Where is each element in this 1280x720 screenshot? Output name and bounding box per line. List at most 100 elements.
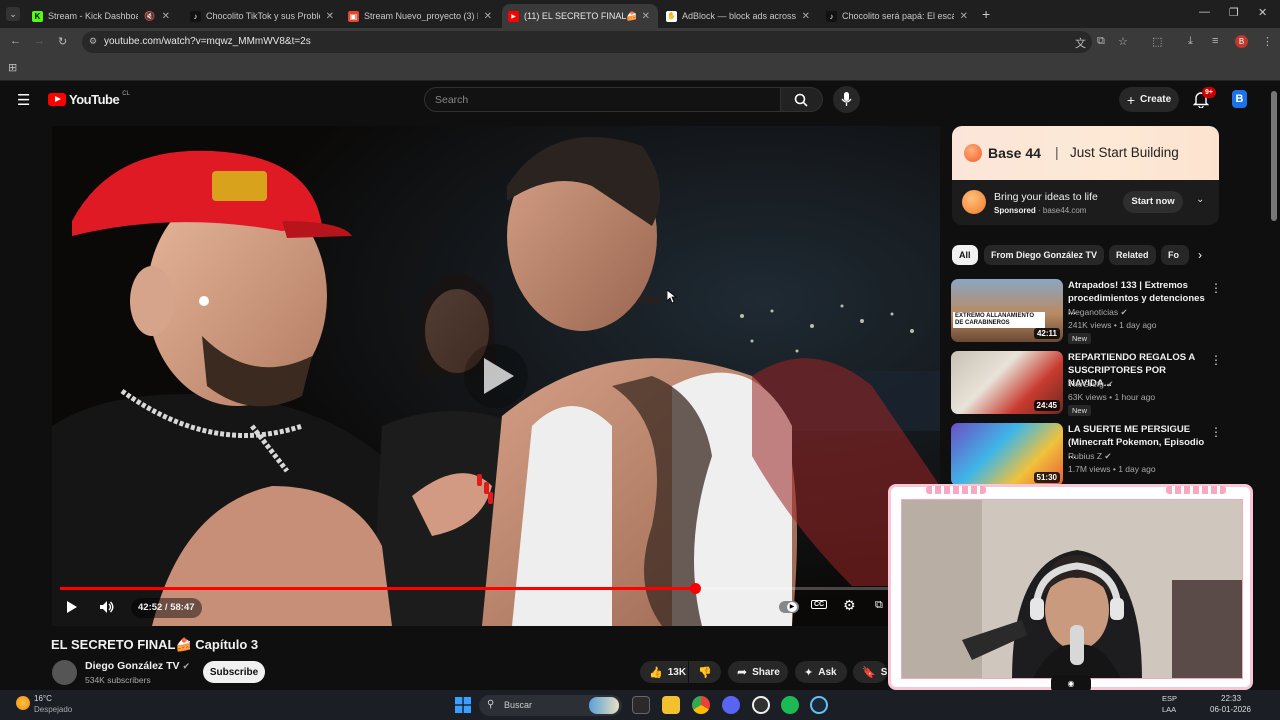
voice-search-button[interactable] xyxy=(833,86,860,113)
language-indicator[interactable]: ESP xyxy=(1162,694,1177,703)
chrome-icon[interactable] xyxy=(692,696,710,714)
apps-grid-icon[interactable]: ⊞ xyxy=(8,61,17,74)
muted-audio-icon[interactable]: 🔇 xyxy=(144,11,155,22)
reload-icon[interactable]: ↻ xyxy=(58,35,67,48)
search-input[interactable]: Search xyxy=(424,87,781,112)
close-tab-icon[interactable]: ✕ xyxy=(802,11,810,22)
tab-youtube-active[interactable]: ▶ (11) EL SECRETO FINAL🍰 Cap ✕ xyxy=(502,4,658,28)
tab-adblock[interactable]: ✋ AdBlock — block ads across th ✕ xyxy=(660,4,818,28)
profile-avatar-icon[interactable]: B xyxy=(1235,35,1248,48)
recommendation-item[interactable]: EXTREMO ALLANAMIENTO DE CARABINEROS 42:1… xyxy=(951,279,1222,345)
account-avatar[interactable]: B xyxy=(1232,90,1247,108)
share-button[interactable]: ➦ Share xyxy=(728,661,788,683)
create-button[interactable]: + Create xyxy=(1119,87,1179,112)
steam-icon[interactable] xyxy=(810,696,828,714)
task-view-icon[interactable] xyxy=(632,696,650,714)
close-tab-icon[interactable]: ✕ xyxy=(484,11,492,22)
streamer-webcam-overlay: ◉ xyxy=(888,484,1253,693)
recommendation-channel[interactable]: Meganoticias ✔ xyxy=(1068,307,1128,318)
like-button[interactable]: 👍 13K xyxy=(640,661,688,683)
chip-all[interactable]: All xyxy=(952,245,978,265)
clock-time[interactable]: 22:33 xyxy=(1221,694,1241,703)
miniplayer-icon[interactable]: ⧉ xyxy=(875,599,883,612)
browser-menu-icon[interactable]: ⋮ xyxy=(1262,35,1273,48)
notifications-button[interactable]: 9+ xyxy=(1192,87,1216,113)
autoplay-toggle[interactable]: ▶ xyxy=(779,601,799,613)
chip-for-you[interactable]: Fo xyxy=(1161,245,1189,265)
download-icon[interactable]: ⤓ xyxy=(1188,35,1193,48)
close-window-button[interactable]: ✕ xyxy=(1258,6,1267,19)
weather-temperature[interactable]: 16°C xyxy=(34,694,52,703)
search-button[interactable] xyxy=(781,87,823,112)
play-icon[interactable] xyxy=(66,600,78,614)
obs-icon[interactable] xyxy=(752,696,770,714)
bookmark-icon: 🔖 xyxy=(862,666,876,679)
maximize-button[interactable]: ❐ xyxy=(1229,6,1239,19)
channel-name[interactable]: Diego González TV ✔ xyxy=(85,660,190,672)
tab-chocolito-papa[interactable]: ♪ Chocolito será papá: El escánd ✕ xyxy=(820,4,976,28)
close-tab-icon[interactable]: ✕ xyxy=(642,11,650,22)
recommendation-channel[interactable]: TheGrefg ✔ xyxy=(1068,379,1113,390)
video-thumbnail[interactable]: EXTREMO ALLANAMIENTO DE CARABINEROS 42:1… xyxy=(951,279,1063,342)
tab-search-icon[interactable]: ⌄ xyxy=(6,7,20,21)
settings-gear-icon[interactable]: ⚙ xyxy=(843,597,856,614)
save-button[interactable]: 🔖 Sa xyxy=(853,661,887,683)
youtube-logo[interactable]: YouTube CL xyxy=(48,90,130,107)
chip-related[interactable]: Related xyxy=(1109,245,1156,265)
back-icon[interactable]: ← xyxy=(10,35,21,47)
tab-kick-dashboard[interactable]: K Stream - Kick Dashboard 🔇 ✕ xyxy=(26,4,178,28)
ad-banner[interactable]: Base 44 | Just Start Building xyxy=(952,126,1219,180)
spotify-icon[interactable] xyxy=(781,696,799,714)
more-options-icon[interactable]: ⋮ xyxy=(1210,353,1222,367)
dislike-button[interactable]: 👎 xyxy=(689,661,721,683)
url-text[interactable]: youtube.com/watch?v=mqwz_MMmWV8&t=2s xyxy=(104,36,311,47)
discord-icon[interactable] xyxy=(722,696,740,714)
forward-icon[interactable]: → xyxy=(34,35,45,47)
more-options-icon[interactable]: ⋮ xyxy=(1210,281,1222,295)
chips-next-arrow-icon[interactable]: › xyxy=(1198,248,1202,262)
country-code: CL xyxy=(122,90,130,97)
captions-icon[interactable]: CC xyxy=(811,600,828,609)
tab-chocolito-tiktok[interactable]: ♪ Chocolito TikTok y sus Problem ✕ xyxy=(184,4,342,28)
channel-avatar[interactable] xyxy=(52,660,77,685)
reading-list-icon[interactable]: ≡ xyxy=(1212,35,1218,47)
ask-button[interactable]: ✦ Ask xyxy=(795,661,847,683)
recommendation-channel[interactable]: Rubius Z ✔ xyxy=(1068,451,1112,462)
recommendation-item[interactable]: 24:45 REPARTIENDO REGALOS A SUSCRIPTORES… xyxy=(951,351,1222,417)
translate-icon[interactable]: 文 xyxy=(1075,35,1086,51)
file-explorer-icon[interactable] xyxy=(662,696,680,714)
tab-stream-nuevo-proyecto[interactable]: ▣ Stream Nuevo_proyecto (3) by ✕ xyxy=(342,4,500,28)
minimize-button[interactable]: — xyxy=(1199,6,1210,18)
subscribe-button[interactable]: Subscribe xyxy=(203,661,265,683)
ad-headline: Bring your ideas to life xyxy=(994,191,1098,203)
menu-hamburger-icon[interactable]: ☰ xyxy=(17,91,30,109)
progress-bar[interactable] xyxy=(60,583,930,594)
extensions-icon[interactable]: ⬚ xyxy=(1152,35,1162,48)
weather-sun-icon[interactable] xyxy=(16,696,30,710)
windows-start-icon[interactable] xyxy=(455,697,471,713)
omnibox[interactable]: ⚙ youtube.com/watch?v=mqwz_MMmWV8&t=2s xyxy=(82,31,1092,53)
close-tab-icon[interactable]: ✕ xyxy=(162,11,170,22)
scrollbar-thumb[interactable] xyxy=(1271,91,1277,221)
video-thumbnail[interactable]: 24:45 xyxy=(951,351,1063,414)
video-player[interactable]: 42:52 / 58:47 ▶ CC ⚙ ⧉ xyxy=(52,126,940,626)
bookmark-star-icon[interactable]: ☆ xyxy=(1118,35,1128,48)
ad-info-row[interactable]: Bring your ideas to life Sponsored · bas… xyxy=(952,180,1219,225)
page-scrollbar[interactable] xyxy=(1268,81,1280,690)
clock-date[interactable]: 06-01-2026 xyxy=(1210,705,1251,714)
taskbar-search[interactable]: ⚲ Buscar xyxy=(479,695,622,716)
keyboard-layout[interactable]: LAA xyxy=(1162,705,1176,714)
close-tab-icon[interactable]: ✕ xyxy=(960,11,968,22)
ad-expand-chevron-icon[interactable]: ⌄ xyxy=(1196,194,1204,205)
new-tab-button[interactable]: + xyxy=(982,6,990,22)
ad-cta-button[interactable]: Start now xyxy=(1123,191,1183,213)
install-app-icon[interactable]: ⧉ xyxy=(1097,35,1105,48)
weather-description[interactable]: Despejado xyxy=(34,705,72,714)
more-options-icon[interactable]: ⋮ xyxy=(1210,425,1222,439)
video-thumbnail[interactable]: 51:30 xyxy=(951,423,1063,486)
close-tab-icon[interactable]: ✕ xyxy=(326,11,334,22)
recommendation-item[interactable]: 51:30 LA SUERTE ME PERSIGUE (Minecraft P… xyxy=(951,423,1222,489)
site-info-icon[interactable]: ⚙ xyxy=(89,36,97,47)
volume-icon[interactable] xyxy=(99,600,115,614)
chip-from-channel[interactable]: From Diego González TV xyxy=(984,245,1105,265)
